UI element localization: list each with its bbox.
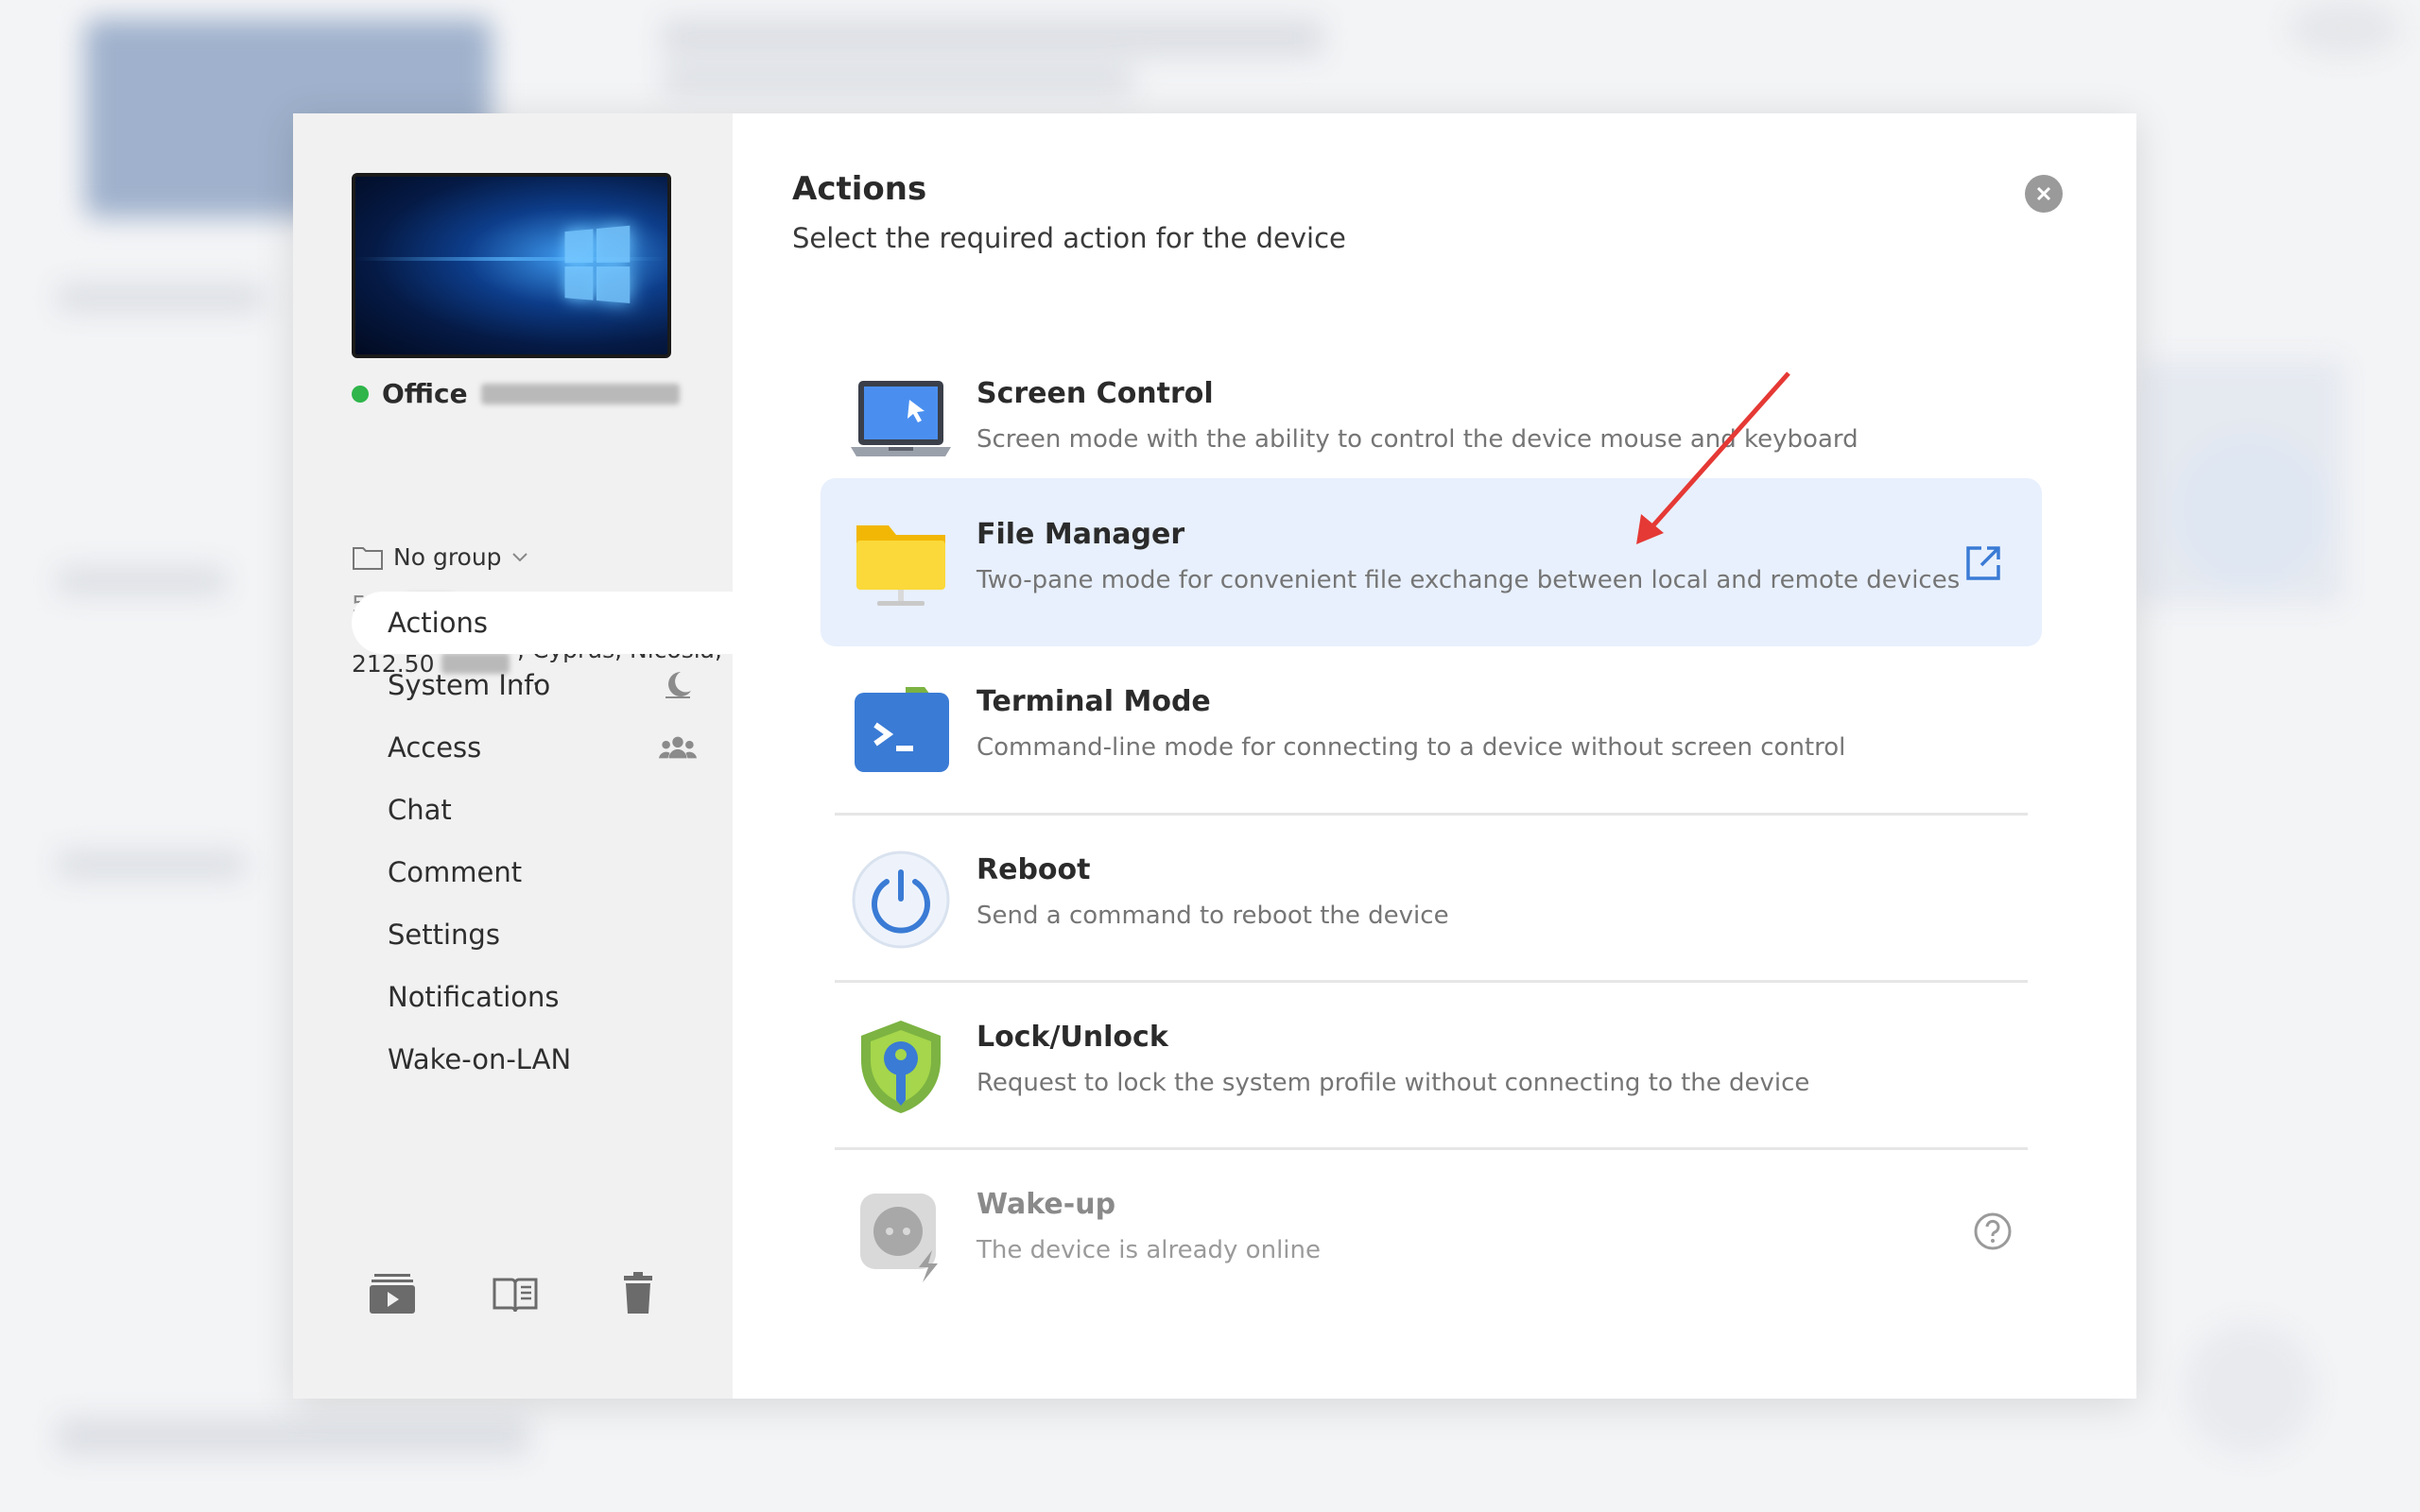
sidebar-item-settings[interactable]: Settings [352,903,733,966]
session-recordings-icon[interactable] [369,1270,416,1317]
sidebar-item-chat[interactable]: Chat [352,779,733,841]
panel-title: Actions [792,170,927,208]
action-title: Screen Control [977,377,1214,410]
action-reboot[interactable]: Reboot Send a command to reboot the devi… [821,814,2042,982]
folder-outline-icon [353,546,383,570]
sidebar-item-actions[interactable]: Actions [352,592,733,654]
sidebar-nav: Actions System Info Access Chat Comment [352,592,733,1091]
action-title: Reboot [977,853,1091,886]
action-title: File Manager [977,518,1185,551]
action-wake-up[interactable]: Wake-up The device is already online [821,1148,2042,1316]
online-status-dot [352,385,369,403]
action-title: Wake-up [977,1188,1116,1221]
group-label: No group [393,543,502,571]
device-name: Office [352,378,680,409]
action-file-manager[interactable]: File Manager Two-pane mode for convenien… [821,478,2042,646]
action-description: The device is already online [977,1236,1321,1264]
action-terminal-mode[interactable]: Terminal Mode Command-line mode for conn… [821,645,2042,814]
sidebar-item-wake-on-lan[interactable]: Wake-on-LAN [352,1028,733,1091]
sidebar-item-label: Settings [388,919,500,951]
sidebar-item-label: Wake-on-LAN [388,1043,572,1075]
sidebar-item-label: Actions [388,607,488,639]
sidebar-bottom-toolbar [369,1270,662,1317]
sidebar-item-notifications[interactable]: Notifications [352,966,733,1028]
device-sidebar: Office No group 525 971 212.50 , Cyprus,… [293,113,733,1399]
sidebar-item-label: Comment [388,856,523,888]
help-icon[interactable] [1972,1211,2014,1252]
device-modal: Office No group 525 971 212.50 , Cyprus,… [293,113,2136,1399]
sidebar-item-access[interactable]: Access [352,716,733,779]
action-description: Two-pane mode for convenient file exchan… [977,566,1961,594]
actions-panel: Actions Select the required action for t… [733,113,2136,1399]
wake-plug-icon [849,1182,953,1286]
open-in-new-window-icon[interactable] [1962,542,2004,584]
delete-trash-icon[interactable] [614,1270,662,1317]
action-title: Terminal Mode [977,685,1211,718]
close-icon [2036,186,2051,201]
power-icon [849,848,953,952]
laptop-icon [849,371,953,475]
sidebar-item-comment[interactable]: Comment [352,841,733,903]
folder-icon [849,512,953,616]
device-name-label: Office [382,378,468,409]
close-button[interactable] [2025,175,2063,213]
windows-logo-icon [564,225,634,307]
action-description: Screen mode with the ability to control … [977,425,1858,454]
chevron-down-icon [511,552,527,561]
action-description: Request to lock the system profile witho… [977,1069,1810,1097]
moon-icon [659,668,697,702]
sidebar-item-label: Notifications [388,981,560,1013]
redacted-text [480,383,680,404]
device-screen-preview[interactable] [352,173,671,358]
sidebar-item-system-info[interactable]: System Info [352,654,733,716]
action-description: Send a command to reboot the device [977,902,1449,930]
lock-shield-icon [849,1015,953,1119]
sidebar-item-label: Access [388,731,482,764]
users-icon [659,730,697,765]
panel-subtitle: Select the required action for the devic… [792,222,1346,254]
action-title: Lock/Unlock [977,1021,1168,1054]
sidebar-item-label: System Info [388,669,551,701]
log-book-icon[interactable] [492,1270,539,1317]
sidebar-item-label: Chat [388,794,452,826]
terminal-icon [849,679,953,783]
action-description: Command-line mode for connecting to a de… [977,733,1846,762]
group-selector[interactable]: No group [352,543,528,571]
action-lock-unlock[interactable]: Lock/Unlock Request to lock the system p… [821,981,2042,1149]
